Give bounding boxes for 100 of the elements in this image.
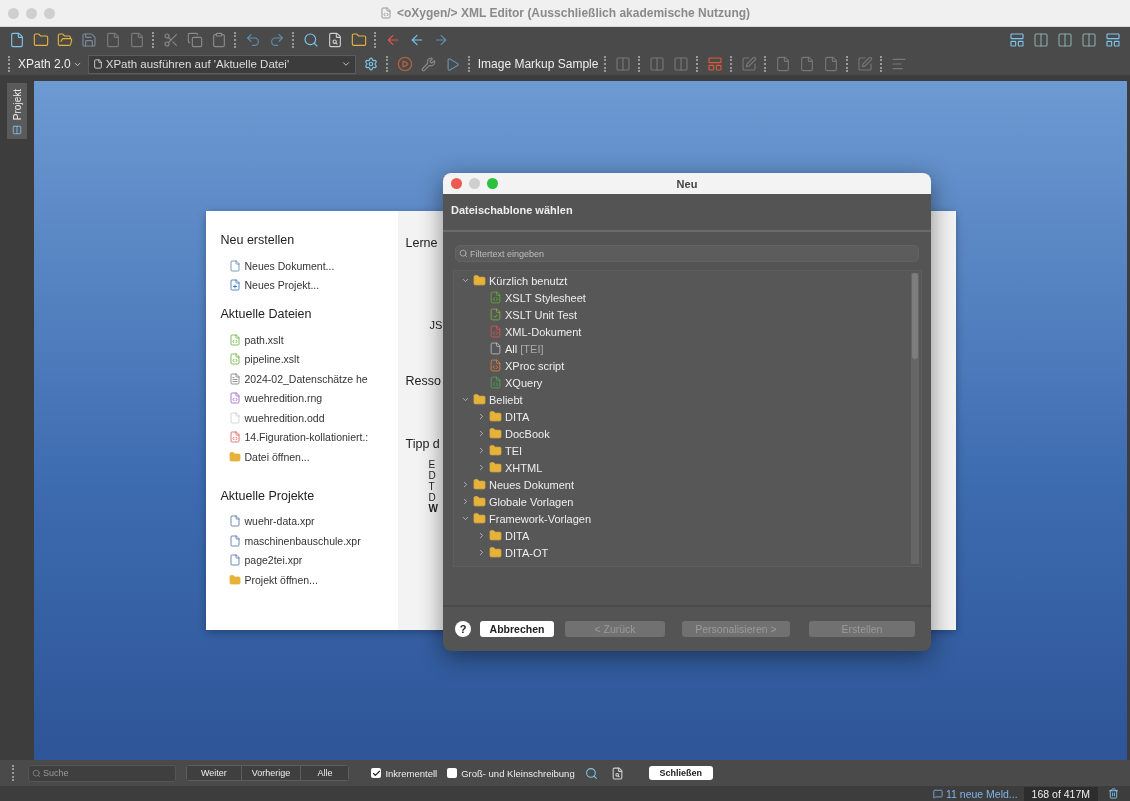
file-icon[interactable] xyxy=(104,31,122,49)
welcome-link[interactable]: maschinenbauschule.xpr xyxy=(220,531,398,551)
panel-icon xyxy=(12,125,22,136)
section-heading: Tipp d xyxy=(405,437,440,451)
tip-text: W xyxy=(428,503,438,514)
cut-icon[interactable] xyxy=(162,31,180,49)
tree-item[interactable]: All [TEI] xyxy=(454,340,921,357)
find-button[interactable]: Alle xyxy=(300,766,349,780)
file-icon xyxy=(228,534,241,547)
tree-item[interactable]: Beliebt xyxy=(454,391,921,408)
search-icon xyxy=(32,768,41,778)
folder-icon xyxy=(228,450,241,463)
tree-item[interactable]: XSLT Unit Test xyxy=(454,306,921,323)
layout-icon[interactable] xyxy=(1104,31,1122,49)
folder-icon[interactable] xyxy=(350,31,368,49)
save-icon[interactable] xyxy=(80,31,98,49)
tree-item[interactable]: Kürzlich benutzt xyxy=(454,272,921,289)
tree-item-label: XQuery xyxy=(505,376,543,389)
tree-item[interactable]: DocBook xyxy=(454,425,921,442)
layout-icon[interactable] xyxy=(1008,31,1026,49)
dialog-button[interactable]: Abbrechen xyxy=(480,621,554,637)
xpath-version-dropdown[interactable]: XPath 2.0 xyxy=(18,57,82,71)
find-button[interactable]: Weiter xyxy=(187,766,241,780)
folder-icon xyxy=(489,444,502,457)
welcome-link[interactable]: wuehr-data.xpr xyxy=(220,511,398,531)
welcome-link[interactable]: Neues Projekt... xyxy=(220,275,398,295)
checkbox[interactable]: Inkrementell xyxy=(371,767,438,779)
help-button[interactable]: ? xyxy=(455,621,471,637)
folder-icon[interactable] xyxy=(32,31,50,49)
expanded-caret-icon[interactable] xyxy=(460,514,470,523)
tree-item[interactable]: DITA xyxy=(454,527,921,544)
welcome-link[interactable]: wuehredition.rng xyxy=(220,388,398,408)
layout-icon[interactable] xyxy=(1032,31,1050,49)
edit-icon[interactable] xyxy=(856,55,875,73)
search-icon[interactable] xyxy=(302,31,320,49)
folder-icon xyxy=(473,393,486,406)
layout-icon[interactable] xyxy=(1056,31,1074,49)
wrench-icon[interactable] xyxy=(419,55,438,73)
xpath-field[interactable]: XPath ausführen auf 'Aktuelle Datei' xyxy=(87,54,356,74)
file-icon[interactable] xyxy=(128,31,146,49)
tree-item[interactable]: TEI xyxy=(454,442,921,459)
messages-link[interactable]: 11 neue Meld... xyxy=(933,787,1018,800)
welcome-link[interactable]: Datei öffnen... xyxy=(220,447,398,467)
tree-item[interactable]: Neues Dokument xyxy=(454,476,921,493)
new-file-icon[interactable] xyxy=(8,31,26,49)
file-icon xyxy=(228,554,241,567)
filter-field[interactable]: Filtertext eingeben xyxy=(455,245,919,262)
tree-item-label: Globale Vorlagen xyxy=(489,495,574,508)
checkbox[interactable]: Groß- und Kleinschreibung xyxy=(447,767,575,779)
welcome-link[interactable]: 14.Figuration-kollationiert.: xyxy=(220,427,398,447)
redo-icon[interactable] xyxy=(268,31,286,49)
folder-icon xyxy=(473,495,486,508)
play-icon[interactable] xyxy=(395,55,414,73)
tree-item[interactable]: XQuery xyxy=(454,374,921,391)
zoom-window-button[interactable] xyxy=(487,178,498,189)
project-tab[interactable]: Projekt xyxy=(7,83,27,140)
tree-item[interactable]: XProc script xyxy=(454,357,921,374)
file-search-icon[interactable] xyxy=(326,31,344,49)
folder-icon xyxy=(473,274,486,287)
expanded-caret-icon[interactable] xyxy=(460,276,470,285)
expanded-caret-icon[interactable] xyxy=(460,395,470,404)
project-icon xyxy=(228,279,241,292)
welcome-link[interactable]: page2tei.xpr xyxy=(220,550,398,570)
search-input[interactable]: Suche xyxy=(43,768,172,778)
undo-icon[interactable] xyxy=(244,31,262,49)
folder-icon xyxy=(228,573,241,586)
layout-icon[interactable] xyxy=(1080,31,1098,49)
transformation-scenario[interactable]: Image Markup Sample xyxy=(477,57,599,71)
folder-icon xyxy=(489,461,502,474)
caret-icon[interactable] xyxy=(340,59,351,69)
tree-item[interactable]: XSLT Stylesheet xyxy=(454,289,921,306)
filter-input[interactable]: Filtertext eingeben xyxy=(470,248,915,259)
paste-icon[interactable] xyxy=(210,31,228,49)
tree-item[interactable]: Framework-Vorlagen xyxy=(454,510,921,527)
welcome-link[interactable]: Projekt öffnen... xyxy=(220,570,398,590)
folder-icon xyxy=(473,478,486,491)
tree-item-label: DITA-OT xyxy=(505,546,549,559)
welcome-link[interactable]: Neues Dokument... xyxy=(220,256,398,276)
folder-icon[interactable] xyxy=(56,31,74,49)
close-find-button[interactable]: Schließen xyxy=(648,766,713,780)
tree-item[interactable]: DITA xyxy=(454,408,921,425)
welcome-link[interactable]: pipeline.xslt xyxy=(220,349,398,369)
find-button[interactable]: Vorherige xyxy=(240,766,301,780)
copy-icon[interactable] xyxy=(186,31,204,49)
file-icon xyxy=(228,259,241,272)
tree-item[interactable]: DITA-OT xyxy=(454,544,921,561)
tree-item[interactable]: XML-Dokument xyxy=(454,323,921,340)
tree-item-label: DITA xyxy=(505,529,530,542)
code-file-icon xyxy=(489,359,502,372)
close-window-button[interactable] xyxy=(451,178,462,189)
search-field[interactable]: Suche xyxy=(28,764,176,782)
section-heading: JS xyxy=(429,319,443,331)
code-file-icon xyxy=(489,325,502,338)
scrollbar[interactable] xyxy=(911,273,919,564)
tree-item[interactable]: XHTML xyxy=(454,459,921,476)
file-icon xyxy=(228,411,241,424)
welcome-link[interactable]: 2024-02_Datenschätze he xyxy=(220,369,398,389)
tree-item[interactable]: Globale Vorlagen xyxy=(454,493,921,510)
welcome-link[interactable]: path.xslt xyxy=(220,330,398,350)
welcome-link[interactable]: wuehredition.odd xyxy=(220,408,398,428)
